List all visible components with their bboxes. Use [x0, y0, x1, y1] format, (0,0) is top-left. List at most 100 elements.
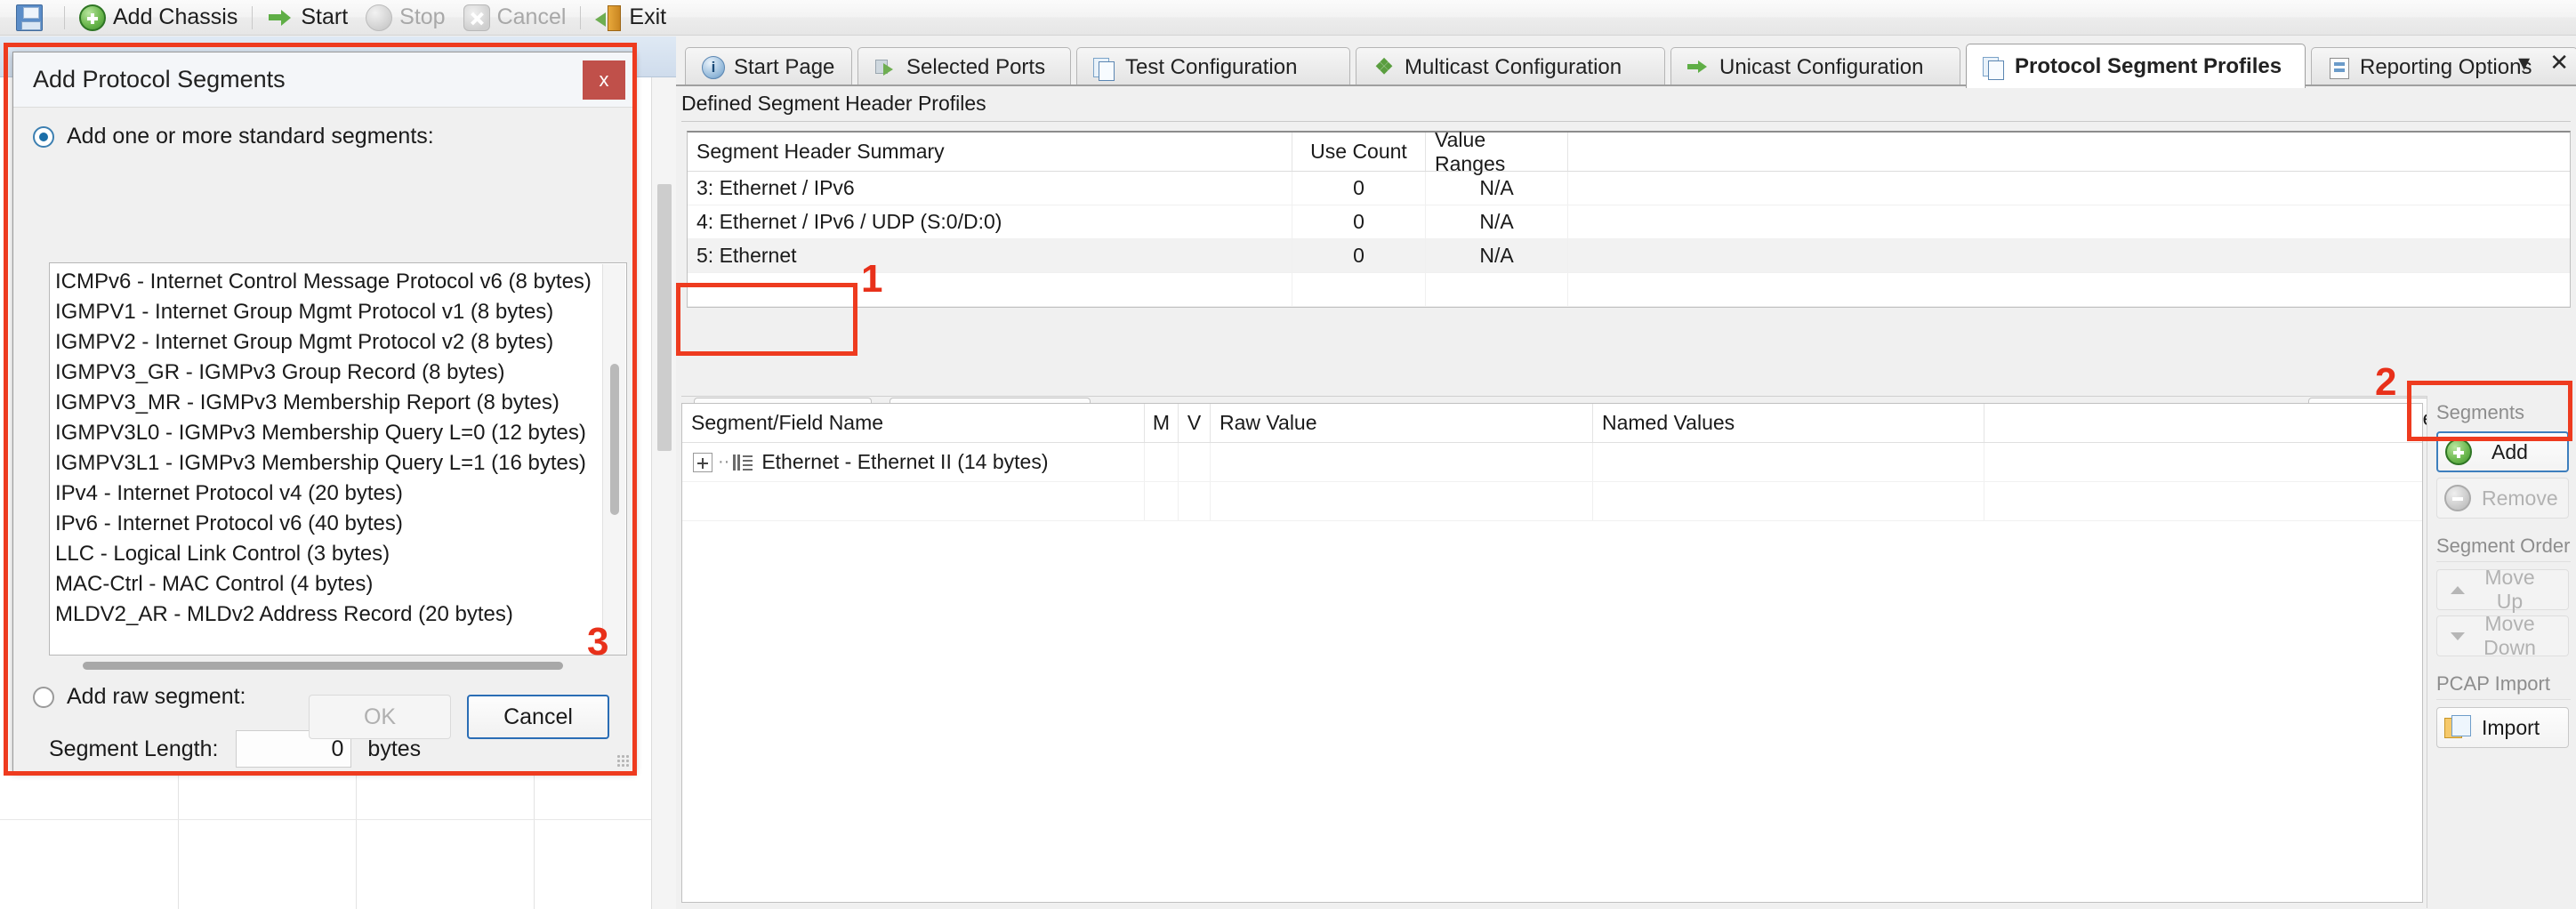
caption-underline [2436, 699, 2571, 700]
cancel-icon [463, 4, 490, 31]
move-down-button[interactable]: Move Down [2436, 615, 2569, 656]
cancel-button[interactable]: Cancel [455, 3, 576, 33]
table-row[interactable]: 3: Ethernet / IPv6 0 N/A [688, 172, 2570, 205]
start-arrow-icon [267, 4, 294, 31]
column-header-v[interactable]: V [1179, 404, 1211, 442]
tab-label: Reporting Options [2360, 55, 2532, 80]
column-header-segment-field-name[interactable]: Segment/Field Name [682, 404, 1145, 442]
resize-grip[interactable] [616, 754, 629, 767]
scrollbar-thumb[interactable] [83, 662, 563, 670]
standard-segments-radio-row[interactable]: Add one or more standard segments: [13, 108, 634, 158]
table-row[interactable]: 4: Ethernet / IPv6 / UDP (S:0/D:0) 0 N/A [688, 205, 2570, 239]
add-chassis-button[interactable]: Add Chassis [70, 3, 246, 33]
pcap-import-button[interactable]: Import [2436, 707, 2569, 748]
start-button[interactable]: Start [258, 3, 357, 33]
column-header-blank [1568, 133, 2570, 171]
radio-raw-segment[interactable] [33, 687, 54, 708]
segments-remove-button[interactable]: Remove [2436, 478, 2569, 519]
list-item[interactable]: IGMPV3L0 - IGMPv3 Membership Query L=0 (… [55, 418, 626, 448]
list-item[interactable]: IGMPV3_GR - IGMPv3 Group Record (8 bytes… [55, 358, 626, 388]
move-up-label: Move Up [2482, 566, 2568, 614]
stop-icon [366, 4, 392, 31]
cancel-label: Cancel [497, 4, 567, 30]
tab-test-configuration[interactable]: Test Configuration [1076, 47, 1350, 86]
add-chassis-label: Add Chassis [113, 4, 237, 30]
tab-unicast-configuration[interactable]: Unicast Configuration [1670, 47, 1960, 86]
cell-v [1179, 443, 1211, 481]
scrollbar-thumb[interactable] [610, 364, 619, 515]
annotation-number-1: 1 [861, 260, 882, 299]
report-icon [2328, 56, 2351, 79]
raw-segment-radio-row[interactable]: Add raw segment: [13, 684, 246, 719]
radio-standard-segments[interactable] [33, 126, 54, 148]
tree-row[interactable]: ·· Ethernet - Ethernet II (14 bytes) [682, 443, 2422, 482]
column-header-m[interactable]: M [1145, 404, 1179, 442]
cell-segment-summary: 4: Ethernet / IPv6 / UDP (S:0/D:0) [688, 205, 1292, 238]
listbox-horizontal-scrollbar[interactable] [49, 657, 627, 675]
column-header-use-count[interactable]: Use Count [1292, 133, 1426, 171]
toolbar-separator [580, 6, 581, 29]
defined-profiles-groupbox: Defined Segment Header Profiles Segment … [681, 92, 2571, 358]
window-controls: ▾ ✕ [2518, 51, 2569, 74]
panel-divider [681, 396, 2571, 397]
cell-use-count: 0 [1292, 239, 1426, 272]
segments-add-button[interactable]: Add [2436, 431, 2569, 472]
column-header-named-values[interactable]: Named Values [1593, 404, 1984, 442]
segments-side-panel: Segments Add Remove Segment Order Move U… [2427, 396, 2576, 908]
stop-button[interactable]: Stop [357, 3, 454, 33]
annotation-number-2: 2 [2375, 363, 2396, 402]
tab-selected-ports[interactable]: Selected Ports [857, 47, 1071, 86]
list-item[interactable]: MAC-Ctrl - MAC Control (4 bytes) [55, 569, 626, 599]
exit-button[interactable]: Exit [586, 3, 675, 33]
list-item[interactable]: IGMPV1 - Internet Group Mgmt Protocol v1… [55, 297, 626, 327]
tab-label: Selected Ports [906, 55, 1045, 80]
multicast-icon: ❖ [1373, 56, 1396, 79]
list-item[interactable]: IGMPV3_MR - IGMPv3 Membership Report (8 … [55, 388, 626, 418]
tree-row-label: Ethernet - Ethernet II (14 bytes) [761, 450, 1048, 474]
ok-button[interactable]: OK [309, 695, 451, 739]
tab-multicast-configuration[interactable]: ❖ Multicast Configuration [1356, 47, 1665, 86]
radio-raw-segment-label: Add raw segment: [67, 684, 246, 710]
list-item[interactable]: MLDV2_AR - MLDv2 Address Record (20 byte… [55, 599, 626, 630]
standard-segments-listbox[interactable]: ICMPv6 - Internet Control Message Protoc… [49, 262, 627, 656]
table-row[interactable]: 5: Ethernet 0 N/A [688, 239, 2570, 273]
move-up-button[interactable]: Move Up [2436, 569, 2569, 610]
segment-icon [733, 453, 753, 472]
triangle-up-icon [2444, 576, 2471, 603]
tab-protocol-segment-profiles[interactable]: Protocol Segment Profiles [1966, 44, 2306, 88]
tab-label: Multicast Configuration [1405, 55, 1622, 80]
list-item[interactable]: IGMPV2 - Internet Group Mgmt Protocol v2… [55, 327, 626, 358]
cancel-button[interactable]: Cancel [467, 695, 609, 739]
cell-segment-summary: 3: Ethernet / IPv6 [688, 172, 1292, 205]
list-item[interactable]: IPv6 - Internet Protocol v6 (40 bytes) [55, 509, 626, 539]
add-protocol-segments-dialog: Add Protocol Segments x Add one or more … [12, 52, 635, 772]
expand-icon[interactable] [693, 453, 712, 472]
close-icon[interactable]: ✕ [2549, 51, 2569, 74]
cell-value-ranges: N/A [1426, 172, 1568, 205]
list-item[interactable]: IPv4 - Internet Protocol v4 (20 bytes) [55, 479, 626, 509]
tab-label: Protocol Segment Profiles [2015, 54, 2282, 79]
list-item[interactable]: ICMPv6 - Internet Control Message Protoc… [55, 267, 626, 297]
radio-standard-segments-label: Add one or more standard segments: [67, 124, 434, 149]
column-header-segment-summary[interactable]: Segment Header Summary [688, 133, 1292, 171]
scrollbar-thumb[interactable] [657, 184, 672, 451]
background-pane-scrollbar[interactable] [651, 77, 676, 909]
tab-label: Start Page [734, 55, 834, 80]
list-item[interactable]: IGMPV3L1 - IGMPv3 Membership Query L=1 (… [55, 448, 626, 479]
documents-icon [1093, 56, 1116, 79]
import-icon [2444, 714, 2471, 741]
close-icon[interactable]: x [583, 60, 625, 100]
column-header-value-ranges[interactable]: Value Ranges [1426, 133, 1568, 171]
column-header-raw-value[interactable]: Raw Value [1211, 404, 1593, 442]
chevron-down-icon[interactable]: ▾ [2518, 51, 2530, 74]
listbox-scrollbar[interactable] [602, 264, 625, 656]
add-chassis-icon [79, 4, 106, 31]
dialog-titlebar: Add Protocol Segments x [13, 52, 634, 108]
toolbar-separator [252, 6, 253, 29]
save-button[interactable] [7, 3, 59, 33]
documents-icon [1983, 55, 2006, 78]
profiles-table: Segment Header Summary Use Count Value R… [687, 131, 2571, 308]
toolbar-separator [64, 6, 65, 29]
tab-start-page[interactable]: i Start Page [685, 47, 852, 86]
list-item[interactable]: LLC - Logical Link Control (3 bytes) [55, 539, 626, 569]
